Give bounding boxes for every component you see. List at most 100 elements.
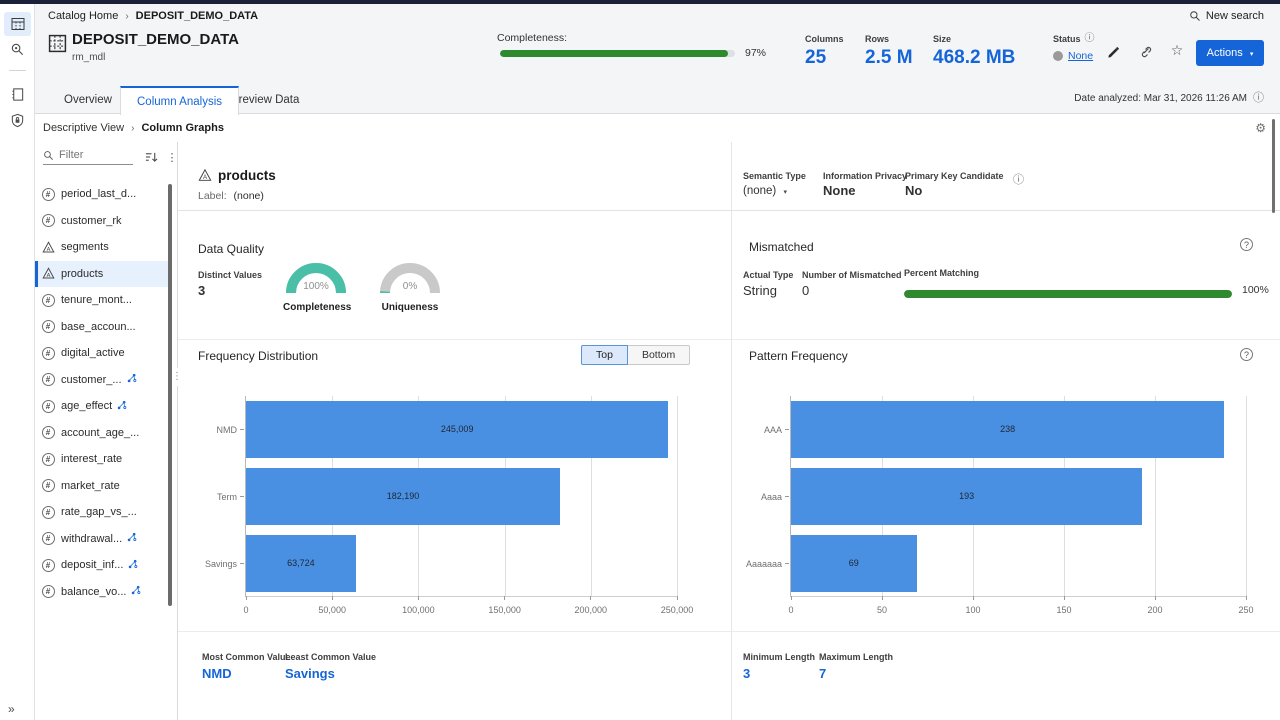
numeric-type-icon: #	[41, 214, 55, 228]
numeric-type-icon: #	[41, 452, 55, 466]
column-header-row: A products Label: (none) Semantic Type (…	[178, 142, 1280, 211]
page-title: DEPOSIT_DEMO_DATA	[72, 31, 239, 48]
completeness-label: Completeness:	[497, 32, 567, 44]
svg-text:A: A	[46, 247, 50, 253]
distinct-values: Distinct Values 3	[198, 270, 262, 298]
numeric-type-icon: #	[41, 187, 55, 201]
string-type-icon: A	[41, 240, 55, 254]
sidebar-item-withdrawal[interactable]: # withdrawal...	[35, 526, 168, 553]
ml-suggestion-icon	[127, 373, 137, 386]
tab-overview[interactable]: Overview	[48, 86, 128, 114]
toggle-bottom-button[interactable]: Bottom	[628, 345, 690, 365]
actions-button[interactable]: Actions ▾	[1196, 40, 1264, 66]
length-stats: Minimum Length 3 Maximum Length 7	[731, 632, 1280, 720]
breadcrumb-sep-icon: ›	[131, 123, 134, 134]
x-tick-label: 250	[1238, 605, 1253, 615]
sidebar-item-customer_[interactable]: #customer_...	[35, 367, 168, 394]
gear-icon[interactable]: ⚙	[1255, 121, 1266, 135]
stat-size: Size 468.2 MB	[933, 34, 1015, 69]
sidebar-item-period_last_d[interactable]: # period_last_d...	[35, 181, 168, 208]
catalog-icon[interactable]	[4, 12, 31, 36]
sidebar-item-digital_active[interactable]: #digital_active	[35, 340, 168, 367]
numeric-type-icon: #	[41, 320, 55, 334]
info-icon[interactable]: ⓘ	[1085, 34, 1095, 44]
status-none-link[interactable]: None	[1068, 50, 1093, 62]
sidebar-item-label: deposit_inf...	[61, 559, 123, 571]
sort-icon[interactable]	[141, 148, 161, 166]
main-scrollbar[interactable]	[1272, 119, 1275, 213]
help-icon[interactable]: ?	[1240, 348, 1253, 361]
filter-input[interactable]	[59, 149, 129, 161]
expand-rail-icon[interactable]: »	[8, 702, 15, 716]
sidebar-item-tenure_mont[interactable]: #tenure_mont...	[35, 287, 168, 314]
notebook-icon[interactable]	[4, 82, 31, 106]
tab-bar: Overview Column Analysis Preview Data Da…	[35, 86, 1280, 114]
uniqueness-gauge: 0%Uniqueness	[377, 261, 443, 313]
x-tick-label: 150,000	[488, 605, 521, 615]
toggle-top-button[interactable]: Top	[581, 345, 628, 365]
sidebar-item-label: withdrawal...	[61, 533, 122, 545]
page-subtitle: rm_mdl	[72, 52, 105, 63]
numeric-type-icon: #	[41, 346, 55, 360]
numeric-type-icon: #	[41, 532, 55, 546]
sidebar-item-deposit_inf[interactable]: #deposit_inf...	[35, 552, 168, 579]
governance-shield-icon[interactable]	[4, 108, 31, 132]
charts-row: Frequency Distribution Top Bottom NMDTer…	[178, 340, 1280, 632]
overflow-menu-icon[interactable]: ⋮	[165, 148, 179, 166]
descriptive-view-link[interactable]: Descriptive View	[43, 122, 124, 134]
data-quality-title: Data Quality	[198, 242, 264, 256]
tab-column-analysis[interactable]: Column Analysis	[120, 86, 239, 115]
search-icon	[1189, 10, 1201, 22]
help-icon[interactable]: ⓘ	[1013, 175, 1024, 186]
date-analyzed: Date analyzed: Mar 31, 2026 11:26 AM ⓘ	[1074, 93, 1264, 104]
sidebar-item-interest_rate[interactable]: #interest_rate	[35, 446, 168, 473]
sidebar-item-label: period_last_d...	[61, 188, 136, 200]
sidebar-item-base_accoun[interactable]: # base_accoun...	[35, 314, 168, 341]
edit-pencil-icon[interactable]	[1103, 42, 1123, 62]
mismatched-section: Mismatched ? Actual Type String Number o…	[731, 211, 1280, 339]
sidebar-item-market_rate[interactable]: #market_rate	[35, 473, 168, 500]
actual-type: Actual Type String	[743, 270, 793, 298]
asset-header: DEPOSIT_DEMO_DATA rm_mdl Completeness: 9…	[35, 28, 1280, 86]
column-name: products	[218, 168, 276, 183]
panel-drag-handle[interactable]: ⋮	[172, 368, 182, 386]
top-bottom-toggle: Top Bottom	[581, 345, 690, 365]
sidebar-item-label: base_accoun...	[61, 321, 136, 333]
svg-text:A: A	[46, 273, 50, 279]
completeness-percent: 97%	[745, 47, 766, 59]
column-label-line: Label: (none)	[198, 190, 264, 202]
completeness-gauge: 100%Completeness	[283, 261, 349, 313]
breadcrumb-home-link[interactable]: Catalog Home	[48, 10, 118, 22]
dataset-icon	[48, 34, 67, 58]
link-icon[interactable]	[1135, 42, 1155, 62]
bar-value-label: 245,009	[441, 424, 474, 434]
sidebar-item-segments[interactable]: Asegments	[35, 234, 168, 261]
sidebar-item-account_age_[interactable]: #account_age_...	[35, 420, 168, 447]
x-tick-label: 150	[1056, 605, 1071, 615]
x-tick-label: 100,000	[402, 605, 435, 615]
chevron-down-icon: ▾	[1250, 51, 1254, 58]
x-tick-label: 100	[965, 605, 980, 615]
bar-value-label: 63,724	[287, 558, 315, 568]
semantic-type-dropdown[interactable]: (none) ▾	[743, 185, 806, 197]
most-common-value: Most Common Value NMD	[202, 652, 291, 681]
help-icon[interactable]: ?	[1240, 238, 1253, 251]
star-favorite-icon[interactable]: ☆	[1167, 40, 1187, 60]
sidebar-item-balance_vo[interactable]: #balance_vo...	[35, 579, 168, 606]
sidebar-item-customer_rk[interactable]: #customer_rk	[35, 208, 168, 235]
sidebar-item-label: market_rate	[61, 480, 120, 492]
minimum-length: Minimum Length 3	[743, 652, 815, 681]
info-icon[interactable]: ⓘ	[1253, 93, 1264, 104]
new-search-button[interactable]: New search	[1189, 10, 1264, 22]
numeric-type-icon: #	[41, 399, 55, 413]
search-discovery-icon[interactable]	[4, 37, 31, 61]
sidebar-item-label: age_effect	[61, 400, 112, 412]
sidebar-item-products[interactable]: Aproducts	[35, 261, 168, 288]
x-tick-label: 50	[877, 605, 887, 615]
sidebar-item-age_effect[interactable]: # age_effect	[35, 393, 168, 420]
sidebar-item-rate_gap_vs_[interactable]: #rate_gap_vs_...	[35, 499, 168, 526]
sidebar-scrollbar[interactable]	[168, 184, 172, 606]
bar-value-label: 69	[849, 558, 859, 568]
gauge-percent: 100%	[283, 281, 349, 292]
frequency-distribution-chart: Frequency Distribution Top Bottom NMDTer…	[178, 340, 731, 632]
